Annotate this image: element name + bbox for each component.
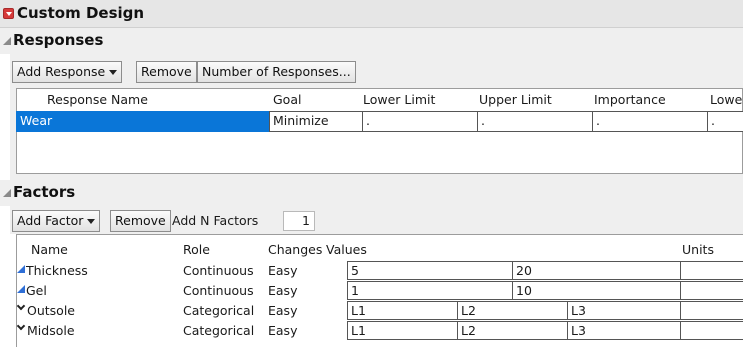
factors-section-header[interactable]: Factors [0,180,743,206]
factor-name-cell[interactable]: Thickness [17,263,88,278]
factor-value-cell[interactable]: L1 [347,321,458,340]
factor-name-cell[interactable]: Outsole [17,303,75,318]
continuous-factor-icon [17,285,25,293]
table-row[interactable]: Gel Continuous Easy 1 10 [17,281,743,300]
factor-name-label: Midsole [27,323,75,338]
chevron-down-icon [17,304,25,312]
factor-changes-cell[interactable]: Easy [268,323,297,338]
factor-changes-cell[interactable]: Easy [268,263,297,278]
table-row[interactable]: Thickness Continuous Easy 5 20 [17,261,743,280]
importance-cell[interactable]: . [592,111,708,132]
lower-limit-cell[interactable]: . [362,111,478,132]
table-row[interactable]: Outsole Categorical Easy L1 L2 L3 [17,301,743,320]
chevron-down-icon [17,324,25,332]
factor-role-cell: Continuous [183,263,254,278]
col-header-lower-limit-2: Lowe [710,92,743,107]
factor-role-cell: Categorical [183,323,255,338]
window-title-bar: Custom Design [0,0,743,28]
col-header-response-name: Response Name [47,92,148,107]
factor-units-cell[interactable] [680,281,743,300]
red-triangle-menu-icon[interactable] [3,8,14,19]
factor-role-cell: Continuous [183,283,254,298]
factor-value-cell[interactable]: L3 [567,301,681,320]
add-n-factors-label: Add N Factors [172,213,259,228]
factors-section-label: Factors [13,183,76,201]
add-factor-button[interactable]: Add Factor [12,210,101,232]
response-name-cell[interactable]: Wear [16,111,270,132]
factor-role-cell: Categorical [183,303,255,318]
factor-name-cell[interactable]: Midsole [17,323,75,338]
factor-value-cell[interactable]: 5 [347,261,513,280]
remove-factor-button[interactable]: Remove [110,210,171,232]
lower-limit-2-cell[interactable]: . [707,111,743,132]
factor-name-cell[interactable]: Gel [17,283,47,298]
add-response-button[interactable]: Add Response [12,61,123,83]
add-factor-label: Add Factor [17,213,84,228]
number-of-responses-button[interactable]: Number of Responses... [197,61,356,83]
responses-section-header[interactable]: Responses [0,28,743,54]
col-header-upper-limit: Upper Limit [479,92,552,107]
factor-value-cell[interactable]: L2 [457,301,568,320]
col-header-units: Units [682,242,714,257]
factor-changes-cell[interactable]: Easy [268,303,297,318]
factor-units-cell[interactable] [680,261,743,280]
factor-changes-cell[interactable]: Easy [268,283,297,298]
factor-name-label: Gel [26,283,47,298]
factor-name-label: Thickness [26,263,88,278]
col-header-name: Name [31,242,68,257]
factor-units-cell[interactable] [680,301,743,320]
table-row[interactable]: Midsole Categorical Easy L1 L2 L3 [17,321,743,340]
factor-value-cell[interactable]: L1 [347,301,458,320]
responses-table: Response Name Goal Lower Limit Upper Lim… [16,88,743,174]
chevron-down-icon [87,219,96,224]
n-factors-input[interactable]: 1 [283,211,315,231]
goal-cell[interactable]: Minimize [269,111,363,132]
add-response-label: Add Response [17,64,106,79]
col-header-changes: Changes [268,242,323,257]
factor-value-cell[interactable]: 20 [512,261,681,280]
disclosure-triangle-icon[interactable] [3,37,11,45]
col-header-lower-limit: Lower Limit [363,92,436,107]
chevron-down-icon [109,70,118,75]
factors-panel: Add Factor Remove Add N Factors 1 [10,206,743,234]
remove-response-button[interactable]: Remove [136,61,197,83]
col-header-goal: Goal [273,92,302,107]
window-title: Custom Design [17,4,145,22]
upper-limit-cell[interactable]: . [477,111,593,132]
disclosure-triangle-icon[interactable] [3,189,11,197]
factor-units-cell[interactable] [680,321,743,340]
factor-name-label: Outsole [27,303,75,318]
factor-value-cell[interactable]: L3 [567,321,681,340]
factors-table: Name Role Changes Values Units Thickness… [16,234,743,347]
col-header-values: Values [326,242,367,257]
factor-value-cell[interactable]: L2 [457,321,568,340]
responses-section-label: Responses [13,31,104,49]
table-row: Wear Minimize . . . . [16,111,743,132]
col-header-role: Role [183,242,210,257]
factor-value-cell[interactable]: 1 [347,281,513,300]
continuous-factor-icon [17,265,25,273]
factor-value-cell[interactable]: 10 [512,281,681,300]
col-header-importance: Importance [594,92,666,107]
